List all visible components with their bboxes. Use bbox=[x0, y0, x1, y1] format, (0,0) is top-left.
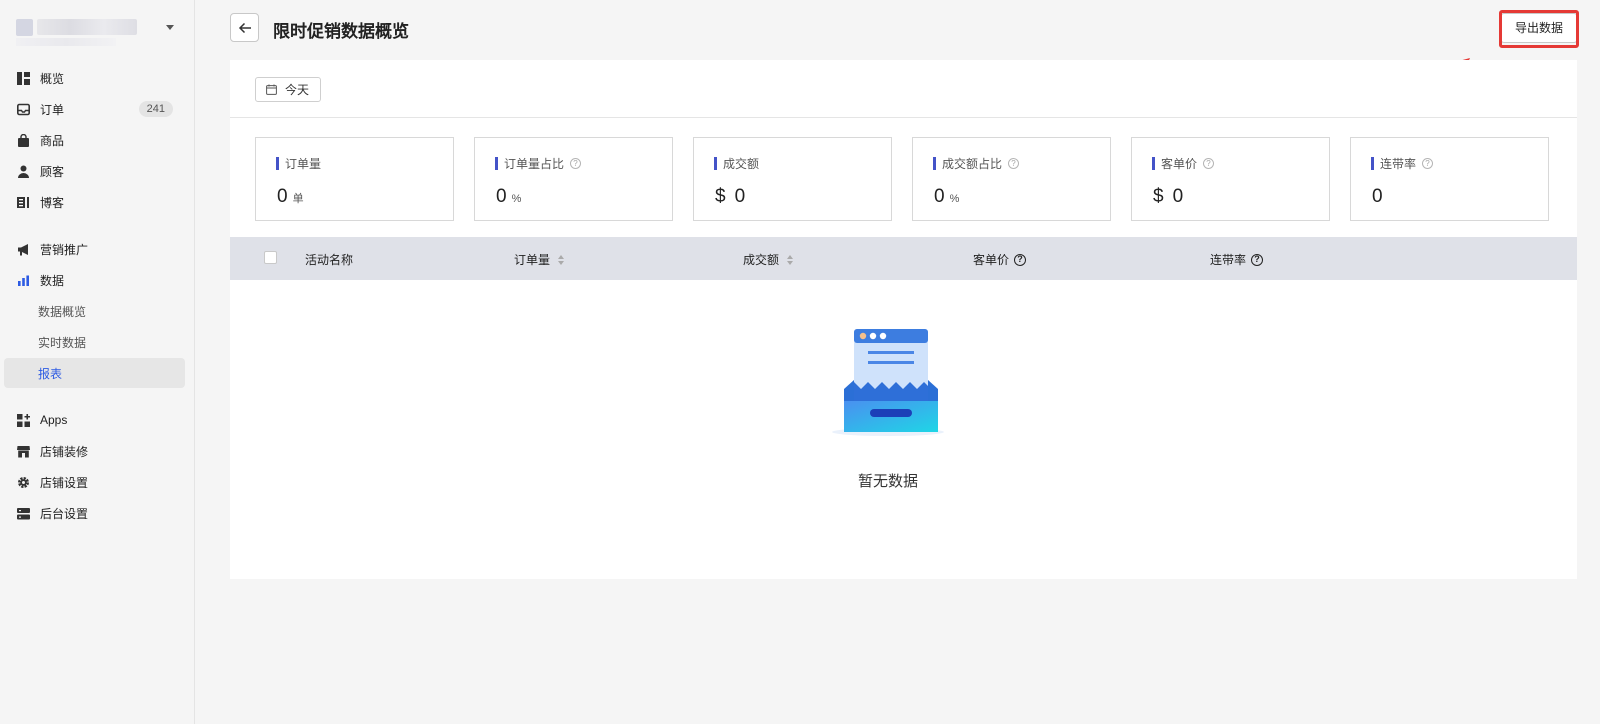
stat-value: $0 bbox=[715, 186, 746, 207]
sidebar-item-apps[interactable]: Apps bbox=[4, 405, 185, 435]
orders-count-badge: 241 bbox=[138, 101, 173, 117]
main-panel: 今天 订单量 0单 订单量占比? 0% 成交额 $0 成交额占比? 0% 客单价… bbox=[230, 60, 1577, 579]
sidebar-item-admin-settings[interactable]: 后台设置 bbox=[4, 498, 185, 528]
server-icon bbox=[16, 506, 30, 520]
help-icon[interactable]: ? bbox=[1008, 158, 1020, 169]
stat-label: 成交额占比? bbox=[933, 155, 1020, 172]
column-header-activity-name: 活动名称 bbox=[305, 253, 354, 267]
stat-label: 订单量占比? bbox=[495, 155, 582, 172]
stat-label: 客单价? bbox=[1152, 155, 1215, 172]
sidebar: 概览 订单 241 商品 顾客 博客 营销推广 数据 数据概览 实时数据 报表 … bbox=[0, 0, 195, 724]
sidebar-item-blog[interactable]: 博客 bbox=[4, 187, 185, 217]
column-header-order-count[interactable]: 订单量 bbox=[514, 251, 565, 268]
sort-icon[interactable] bbox=[787, 254, 794, 265]
sidebar-item-label: 顾客 bbox=[40, 164, 65, 179]
help-icon[interactable]: ? bbox=[1422, 158, 1434, 169]
sidebar-item-realtime-data[interactable]: 实时数据 bbox=[4, 327, 185, 357]
calendar-icon bbox=[266, 84, 277, 95]
export-data-button[interactable]: 导出数据 bbox=[1500, 13, 1578, 43]
column-header-gmv[interactable]: 成交额 bbox=[743, 251, 794, 268]
bar-chart-icon bbox=[16, 273, 30, 287]
sidebar-item-products[interactable]: 商品 bbox=[4, 125, 185, 155]
sidebar-item-label: 报表 bbox=[38, 366, 63, 381]
store-name-redacted bbox=[37, 19, 137, 35]
sidebar-item-customers[interactable]: 顾客 bbox=[4, 156, 185, 186]
gear-icon bbox=[16, 475, 30, 489]
sidebar-item-label: 订单 bbox=[40, 102, 65, 117]
sidebar-item-label: 店铺装修 bbox=[40, 444, 89, 459]
store-switcher[interactable] bbox=[16, 16, 184, 38]
help-icon[interactable]: ? bbox=[1203, 158, 1215, 169]
sidebar-item-store-settings[interactable]: 店铺设置 bbox=[4, 467, 185, 497]
help-icon[interactable]: ? bbox=[1014, 253, 1027, 266]
sidebar-item-reports[interactable]: 报表 bbox=[4, 358, 185, 388]
sidebar-item-overview[interactable]: 概览 bbox=[4, 63, 185, 93]
stat-label: 连带率? bbox=[1371, 155, 1434, 172]
megaphone-icon bbox=[16, 242, 30, 256]
select-all-checkbox[interactable] bbox=[264, 251, 277, 264]
sort-icon[interactable] bbox=[558, 254, 565, 265]
sidebar-item-orders[interactable]: 订单 241 bbox=[4, 94, 185, 124]
stat-value: 0% bbox=[496, 186, 522, 207]
sidebar-item-data-overview[interactable]: 数据概览 bbox=[4, 296, 185, 326]
sidebar-item-label: 数据概览 bbox=[38, 304, 87, 319]
page-title: 限时促销数据概览 bbox=[273, 22, 409, 41]
document-icon bbox=[16, 195, 30, 209]
empty-state-text: 暂无数据 bbox=[857, 473, 918, 490]
sidebar-item-label: 博客 bbox=[40, 195, 65, 210]
storefront-icon bbox=[16, 444, 30, 458]
sidebar-item-label: 商品 bbox=[40, 133, 65, 148]
stat-card-gmv: 成交额 $0 bbox=[693, 137, 892, 221]
sidebar-item-store-design[interactable]: 店铺装修 bbox=[4, 436, 185, 466]
stat-value: 0 bbox=[1372, 186, 1383, 207]
date-range-label: 今天 bbox=[285, 83, 310, 97]
help-icon[interactable]: ? bbox=[570, 158, 582, 169]
stat-card-avg-order-value: 客单价? $0 bbox=[1131, 137, 1330, 221]
apps-icon bbox=[16, 413, 30, 427]
sidebar-item-label: 数据 bbox=[40, 273, 65, 288]
empty-state-illustration bbox=[832, 329, 944, 436]
column-header-avg-order-value: 客单价? bbox=[973, 251, 1027, 268]
back-button[interactable] bbox=[230, 13, 259, 42]
sidebar-item-label: 店铺设置 bbox=[40, 475, 89, 490]
date-range-picker[interactable]: 今天 bbox=[255, 77, 321, 102]
stat-card-order-count: 订单量 0单 bbox=[255, 137, 454, 221]
stat-value: 0单 bbox=[277, 186, 304, 207]
user-icon bbox=[16, 164, 30, 178]
sidebar-item-label: 实时数据 bbox=[38, 335, 87, 350]
stat-label: 成交额 bbox=[714, 155, 759, 172]
filter-bar: 今天 bbox=[230, 60, 1577, 118]
stat-label: 订单量 bbox=[276, 155, 321, 172]
column-header-units-per-transaction: 连带率? bbox=[1210, 251, 1264, 268]
store-subtitle-redacted bbox=[16, 38, 116, 46]
inbox-icon bbox=[16, 102, 30, 116]
arrow-left-icon bbox=[238, 22, 251, 33]
dashboard-icon bbox=[16, 71, 30, 85]
chevron-down-icon bbox=[166, 25, 174, 30]
sidebar-item-label: 后台设置 bbox=[40, 506, 89, 521]
table-header: 活动名称 订单量 成交额 客单价? 连带率? bbox=[230, 237, 1577, 280]
sidebar-item-data[interactable]: 数据 bbox=[4, 265, 185, 295]
stat-card-order-share: 订单量占比? 0% bbox=[474, 137, 673, 221]
sidebar-item-label: 营销推广 bbox=[40, 242, 89, 257]
sidebar-item-label: 概览 bbox=[40, 71, 65, 86]
help-icon[interactable]: ? bbox=[1251, 253, 1264, 266]
sidebar-item-label: Apps bbox=[40, 413, 68, 427]
stat-value: 0% bbox=[934, 186, 960, 207]
shopping-bag-icon bbox=[16, 133, 30, 147]
sidebar-item-marketing[interactable]: 营销推广 bbox=[4, 234, 185, 264]
stat-card-units-per-transaction: 连带率? 0 bbox=[1350, 137, 1549, 221]
stat-card-gmv-share: 成交额占比? 0% bbox=[912, 137, 1111, 221]
stat-value: $0 bbox=[1153, 186, 1184, 207]
store-logo bbox=[16, 18, 33, 36]
